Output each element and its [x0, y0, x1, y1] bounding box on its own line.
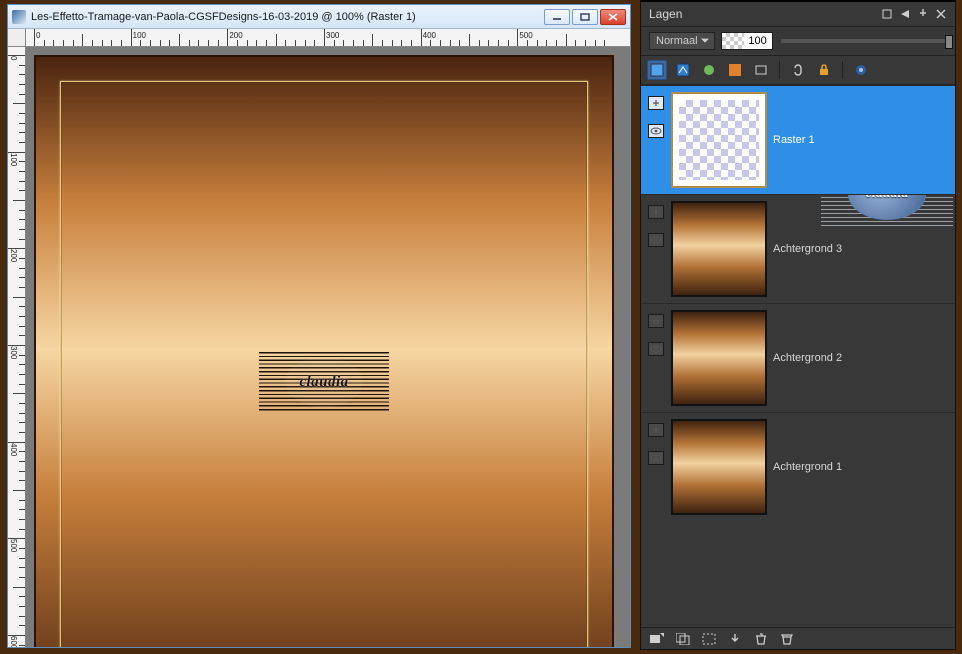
layer-row[interactable]: Raster 1	[641, 85, 955, 194]
panel-menu-button[interactable]	[899, 8, 911, 20]
layer-visibility-toggle[interactable]	[648, 233, 664, 247]
ruler-v-label: 500	[9, 539, 18, 552]
new-group-button[interactable]	[751, 60, 771, 80]
opacity-swatch-icon	[722, 33, 744, 49]
layer-label[interactable]: Raster 1	[773, 134, 815, 146]
ruler-v-label: 600	[9, 636, 18, 647]
layer-thumbnail[interactable]	[671, 92, 767, 188]
layer-visibility-toggle[interactable]	[648, 451, 664, 465]
layer-controls	[647, 92, 665, 138]
window-controls	[544, 9, 626, 25]
layer-thumbnail[interactable]	[671, 201, 767, 297]
layer-visibility-toggle[interactable]	[648, 342, 664, 356]
layer-thumbnail[interactable]	[671, 419, 767, 515]
ruler-v-label: 400	[9, 443, 18, 456]
ruler-h-label: 100	[133, 31, 146, 40]
merge-down-button[interactable]	[727, 631, 743, 647]
layer-label[interactable]: Achtergrond 3	[773, 243, 842, 255]
layers-list[interactable]: claudia Raster 1Achtergrond 3Achtergrond…	[641, 85, 955, 627]
opacity-box[interactable]: 100	[721, 32, 773, 50]
layer-row[interactable]: Achtergrond 3	[641, 194, 955, 303]
layer-expand-toggle[interactable]	[648, 96, 664, 110]
delete-layer-open-button[interactable]	[779, 631, 795, 647]
layers-panel: Lagen Normaal 100	[640, 0, 956, 650]
layer-expand-toggle[interactable]	[648, 314, 664, 328]
document-window: Les-Effetto-Tramage-van-Paola-CGSFDesign…	[7, 4, 631, 648]
ruler-h-label: 400	[423, 31, 436, 40]
layer-styles-button[interactable]	[851, 60, 871, 80]
document-body: 0 100 200 300 400 500 0 100 200 300 400 500 600 cla…	[8, 29, 630, 647]
ruler-h-label: 500	[519, 31, 532, 40]
lock-layer-button[interactable]	[814, 60, 834, 80]
toolbar-divider	[842, 61, 843, 79]
layer-label[interactable]: Achtergrond 2	[773, 352, 842, 364]
link-layers-button[interactable]	[788, 60, 808, 80]
canvas-viewport[interactable]: claudia	[26, 47, 630, 647]
new-raster-layer-button[interactable]	[647, 60, 667, 80]
panel-pin-button[interactable]	[917, 8, 929, 20]
layers-toolbar	[641, 55, 955, 85]
ruler-v-label: 200	[9, 249, 18, 262]
blend-mode-select[interactable]: Normaal	[649, 32, 715, 50]
layers-panel-title: Lagen	[649, 7, 881, 21]
canvas[interactable]: claudia	[34, 55, 614, 647]
ruler-vertical[interactable]: 0 100 200 300 400 500 600	[8, 47, 26, 647]
maximize-button[interactable]	[572, 9, 598, 25]
layers-bottom-toolbar	[641, 627, 955, 649]
delete-layer-button[interactable]	[753, 631, 769, 647]
layer-row[interactable]: Achtergrond 2	[641, 303, 955, 412]
toolbar-divider	[779, 61, 780, 79]
panel-close-button[interactable]	[935, 8, 947, 20]
layer-expand-toggle[interactable]	[648, 205, 664, 219]
layer-controls	[647, 310, 665, 356]
close-button[interactable]	[600, 9, 626, 25]
app-icon	[12, 10, 26, 24]
ruler-horizontal[interactable]: 0 100 200 300 400 500	[26, 29, 630, 47]
canvas-watermark: claudia	[259, 352, 389, 412]
watermark-text: claudia	[285, 357, 363, 407]
new-vector-layer-button[interactable]	[673, 60, 693, 80]
layer-row[interactable]: Achtergrond 1	[641, 412, 955, 521]
edit-selection-button[interactable]	[701, 631, 717, 647]
blend-row: Normaal 100	[641, 26, 955, 55]
opacity-value: 100	[744, 35, 772, 47]
ruler-v-label: 0	[9, 56, 18, 60]
layers-panel-header[interactable]: Lagen	[641, 2, 955, 26]
duplicate-layer-button[interactable]	[675, 631, 691, 647]
ruler-h-label: 300	[326, 31, 339, 40]
layer-label[interactable]: Achtergrond 1	[773, 461, 842, 473]
ruler-corner	[8, 29, 26, 47]
layer-controls	[647, 201, 665, 247]
ruler-h-label: 0	[36, 31, 40, 40]
ruler-v-label: 100	[9, 153, 18, 166]
panel-undock-button[interactable]	[881, 8, 893, 20]
layer-visibility-toggle[interactable]	[648, 124, 664, 138]
blend-mode-value: Normaal	[656, 35, 698, 47]
layer-expand-toggle[interactable]	[648, 423, 664, 437]
opacity-slider[interactable]	[781, 39, 945, 43]
new-art-media-layer-button[interactable]	[699, 60, 719, 80]
window-title: Les-Effetto-Tramage-van-Paola-CGSFDesign…	[31, 11, 544, 23]
ruler-h-label: 200	[229, 31, 242, 40]
layer-controls	[647, 419, 665, 465]
minimize-button[interactable]	[544, 9, 570, 25]
window-titlebar[interactable]: Les-Effetto-Tramage-van-Paola-CGSFDesign…	[8, 5, 630, 29]
new-mask-layer-button[interactable]	[725, 60, 745, 80]
layer-thumbnail[interactable]	[671, 310, 767, 406]
new-layer-button[interactable]	[649, 631, 665, 647]
ruler-v-label: 300	[9, 346, 18, 359]
